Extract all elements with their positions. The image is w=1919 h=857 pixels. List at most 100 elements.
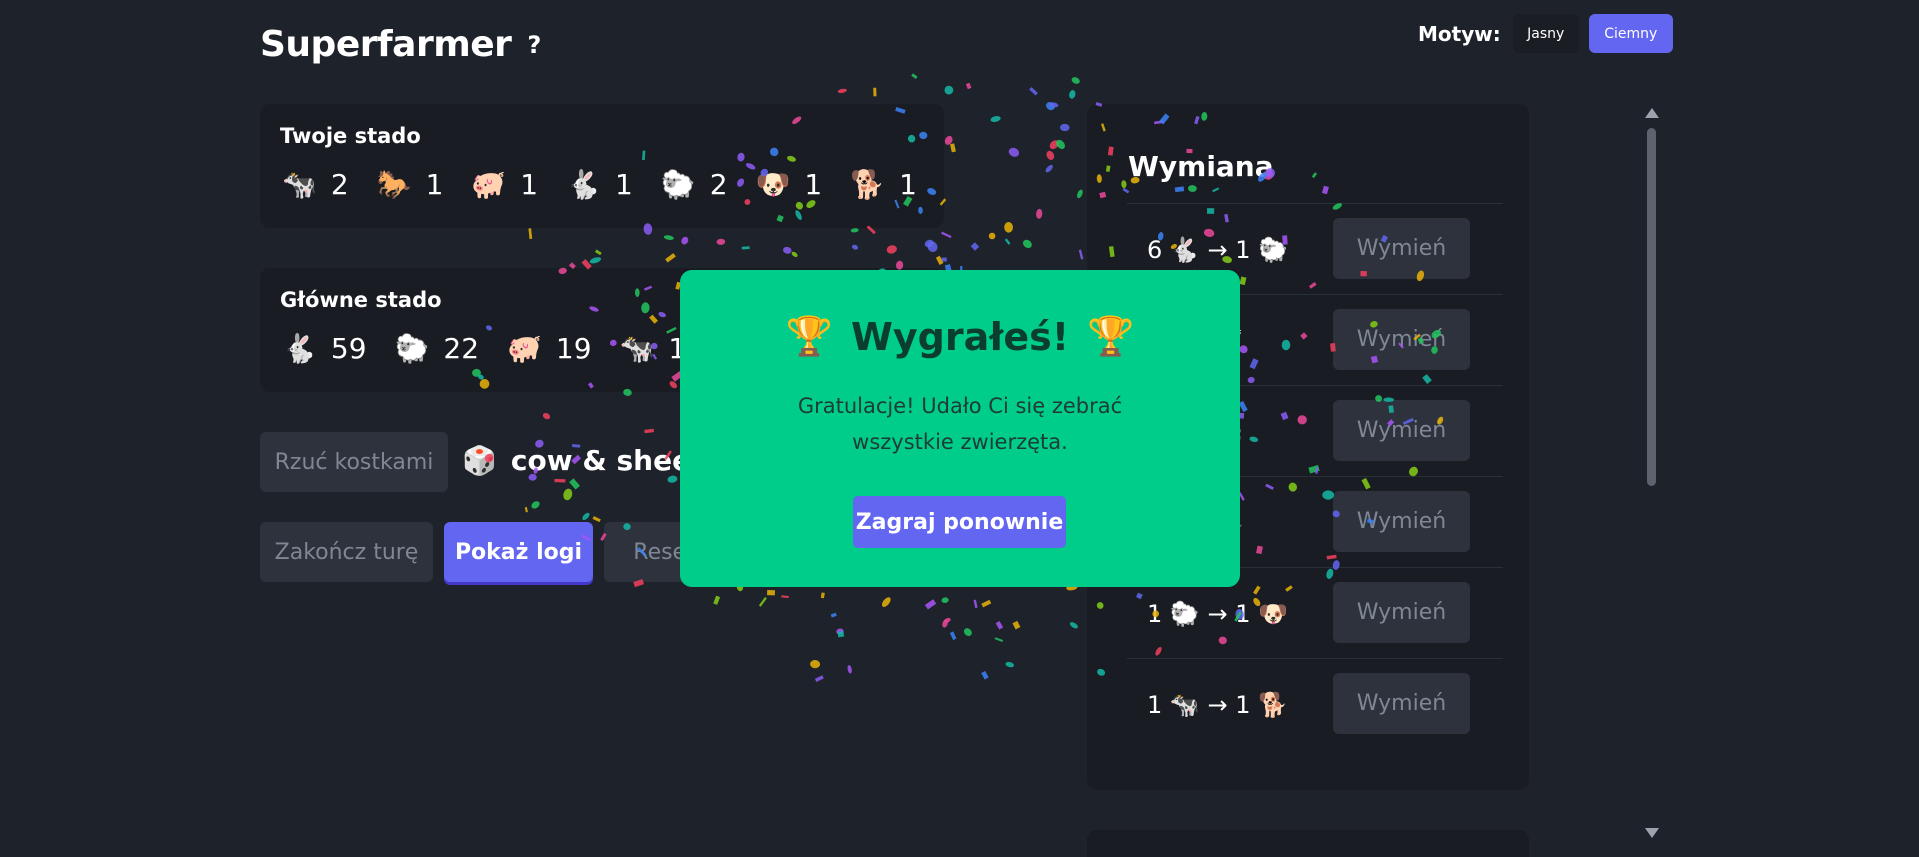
confetti-piece (1005, 661, 1014, 668)
confetti-piece (924, 599, 937, 610)
confetti-piece (524, 506, 528, 513)
confetti-piece (988, 232, 996, 240)
herd-item: 🐑 22 (395, 332, 480, 365)
exchange-button[interactable]: Wymień (1333, 491, 1470, 552)
help-button[interactable]: ? (527, 31, 541, 59)
confetti-piece (1049, 102, 1059, 108)
exchange-title: Wymiana (1128, 150, 1274, 183)
herd-count: 1 (899, 168, 917, 201)
theme-light-button[interactable]: Jasny (1512, 14, 1579, 53)
to-count: 1 (1235, 599, 1251, 628)
confetti-piece (965, 82, 972, 90)
modal-title-text: Wygrałeś! (850, 314, 1070, 359)
confetti-piece (944, 85, 954, 95)
pig-icon: 🐖 (471, 168, 507, 201)
confetti-piece (1036, 208, 1043, 219)
confetti-piece (594, 249, 602, 256)
sheep-icon: 🐑 (1258, 235, 1289, 264)
confetti-piece (767, 590, 775, 596)
scroll-down-arrow[interactable] (1645, 828, 1659, 838)
confetti-piece (995, 620, 1004, 630)
confetti-piece (1004, 238, 1011, 245)
confetti-piece (886, 245, 897, 254)
pig-icon: 🐖 (507, 332, 542, 365)
confetti-piece (542, 412, 551, 420)
exchange-button[interactable]: Wymień (1333, 673, 1470, 734)
roll-dice-button[interactable]: Rzuć kostkami (260, 432, 448, 492)
big-dog-icon: 🐕 (1258, 690, 1289, 719)
main-herd-title: Główne stado (280, 288, 442, 312)
confetti-piece (1060, 123, 1070, 132)
from-count: 1 (1147, 599, 1163, 628)
exchange-button[interactable]: Wymień (1333, 309, 1470, 370)
confetti-piece (1022, 239, 1032, 249)
confetti-piece (1069, 90, 1076, 99)
confetti-piece (1071, 77, 1080, 84)
confetti-piece (1008, 147, 1020, 157)
confetti-piece (681, 236, 689, 245)
confetti-piece (781, 595, 789, 599)
confetti-piece (994, 637, 1004, 642)
herd-item: 🐖 1 (471, 168, 538, 201)
scrollbar-thumb[interactable] (1647, 128, 1656, 486)
herd-item: 🐇 1 (566, 168, 633, 201)
herd-count: 59 (330, 332, 367, 365)
herd-count: 1 (520, 168, 539, 201)
herd-count: 19 (555, 332, 592, 365)
confetti-piece (881, 597, 891, 607)
trophy-icon: 🏆 (785, 314, 833, 358)
big-dog-icon: 🐕 (850, 168, 886, 201)
confetti-piece (970, 242, 980, 251)
rabbit-icon: 🐇 (566, 168, 601, 201)
cow-icon: 🐄 (619, 332, 655, 365)
play-again-button[interactable]: Zagraj ponownie (853, 496, 1066, 548)
confetti-piece (1004, 222, 1014, 233)
confetti-piece (741, 246, 750, 250)
confetti-piece (950, 143, 956, 153)
confetti-piece (783, 246, 792, 254)
arrow-icon: → (1207, 690, 1228, 719)
confetti-piece (791, 251, 798, 258)
player-herd-list: 🐄 2 🐎 1 🐖 1 🐇 1 🐑 2 🐶 1 🐕 1 (282, 168, 945, 201)
herd-count: 22 (443, 332, 480, 365)
confetti-piece (528, 228, 533, 240)
confetti-piece (949, 631, 957, 641)
exchange-button[interactable]: Wymień (1333, 400, 1470, 461)
confetti-piece (850, 228, 859, 233)
confetti-piece (973, 599, 978, 609)
confetti-piece (758, 597, 767, 607)
show-logs-button[interactable]: Pokaż logi (444, 522, 593, 582)
confetti-piece (981, 599, 992, 608)
scroll-up-arrow[interactable] (1645, 108, 1659, 118)
herd-item: 🐕 1 (850, 168, 917, 201)
rabbit-icon: 🐇 (1169, 235, 1200, 264)
theme-dark-button[interactable]: Ciemny (1588, 14, 1673, 53)
end-turn-button[interactable]: Zakończ turę (260, 522, 433, 582)
confetti-piece (935, 255, 944, 265)
confetti-piece (582, 512, 590, 521)
player-herd-title: Twoje stado (280, 124, 421, 148)
confetti-piece (847, 665, 852, 674)
modal-message: Gratulacje! Udało Ci się zebrać wszystki… (797, 394, 1123, 454)
confetti-piece (942, 619, 948, 628)
app-title: Superfarmer (260, 24, 512, 65)
herd-count: 2 (330, 168, 349, 201)
to-count: 1 (1235, 690, 1251, 719)
horse-icon: 🐎 (376, 168, 412, 201)
confetti-piece (944, 617, 951, 623)
theme-label: Motyw: (1418, 21, 1501, 46)
exchange-button[interactable]: Wymień (1333, 582, 1470, 643)
rabbit-icon: 🐇 (282, 332, 317, 365)
exchange-button[interactable]: Wymień (1333, 218, 1470, 279)
herd-count: 1 (425, 168, 444, 201)
herd-item: 🐇 59 (282, 332, 367, 365)
next-panel-edge (1087, 830, 1529, 857)
confetti-piece (820, 592, 825, 599)
confetti-piece (941, 231, 952, 239)
herd-item: 🐶 1 (756, 168, 823, 201)
cow-icon: 🐄 (1169, 690, 1200, 719)
confetti-piece (924, 239, 934, 248)
confetti-piece (911, 73, 918, 80)
confetti-piece (941, 597, 949, 604)
theme-switcher: Motyw: Jasny Ciemny (1418, 14, 1673, 53)
